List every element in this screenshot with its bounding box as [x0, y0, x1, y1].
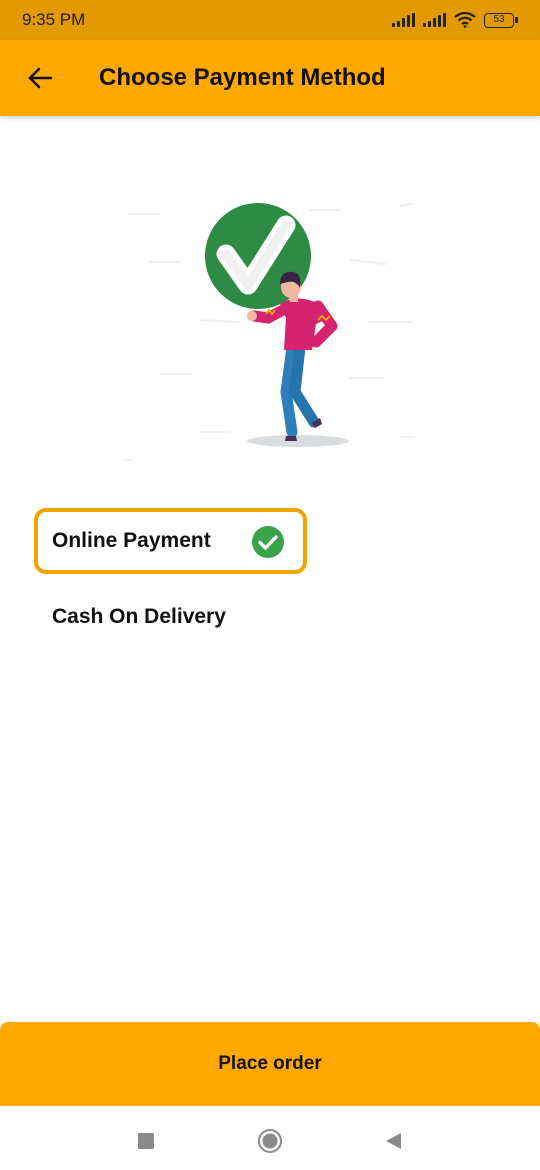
square-icon [138, 1133, 154, 1149]
wifi-icon [454, 12, 476, 28]
payment-illustration [124, 203, 415, 461]
check-circle-icon [252, 526, 284, 558]
nav-back-button[interactable] [378, 1126, 408, 1156]
home-button[interactable] [255, 1126, 285, 1156]
system-nav-bar [0, 1106, 540, 1170]
payment-option-cash[interactable]: Cash On Delivery [34, 584, 307, 650]
payment-option-label: Cash On Delivery [52, 605, 226, 628]
signal-icon [392, 13, 415, 27]
payment-option-online[interactable]: Online Payment [34, 508, 307, 574]
battery-level: 53 [484, 12, 514, 28]
status-bar: 9:35 PM 53 [0, 0, 540, 40]
status-time: 9:35 PM [22, 10, 86, 29]
payment-option-label: Online Payment [52, 529, 211, 552]
recents-button[interactable] [131, 1126, 161, 1156]
circle-icon [258, 1129, 282, 1153]
place-order-button[interactable]: Place order [0, 1022, 540, 1106]
signal-icon-2 [423, 13, 446, 27]
status-icons: 53 [392, 12, 518, 28]
back-button[interactable] [20, 58, 60, 98]
app-bar: Choose Payment Method [0, 40, 540, 116]
page-title: Choose Payment Method [99, 64, 386, 91]
battery-icon: 53 [484, 12, 518, 28]
triangle-back-icon [386, 1133, 401, 1149]
arrow-left-icon [28, 67, 53, 89]
